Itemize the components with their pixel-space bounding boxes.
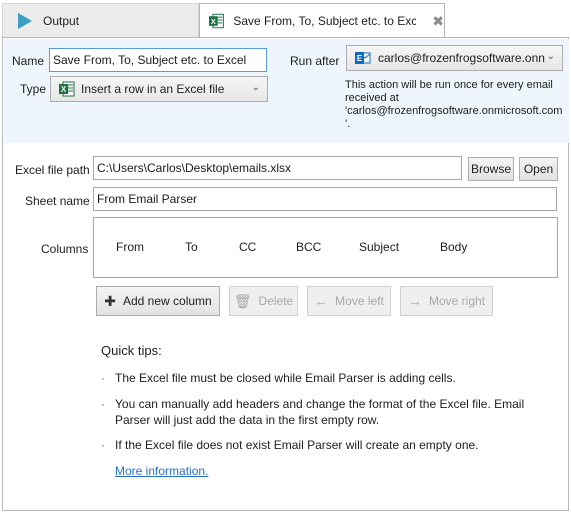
hint-line: 'carlos@frozenfrogsoftware.onmicrosoft.c… bbox=[345, 105, 563, 117]
tip-item: · If the Excel file does not exist Email… bbox=[101, 437, 535, 453]
arrow-right-icon: → bbox=[407, 293, 422, 309]
hint-line: received at bbox=[345, 92, 399, 104]
hint-line: This action will be run once for every e… bbox=[345, 79, 553, 91]
bullet: · bbox=[101, 371, 105, 385]
tab-output[interactable]: Output bbox=[2, 3, 199, 37]
column-item[interactable]: CC bbox=[239, 240, 256, 254]
tab-save-label: Save From, To, Subject etc. to Exce bbox=[233, 14, 417, 28]
play-icon bbox=[18, 12, 32, 29]
name-label: Name bbox=[12, 54, 45, 68]
column-item[interactable]: From bbox=[116, 240, 144, 254]
plus-icon: ✚ bbox=[104, 292, 116, 309]
move-left-button[interactable]: ← Move left bbox=[307, 286, 391, 316]
trash-icon: 🗑 bbox=[233, 292, 252, 309]
tip-item: · You can manually add headers and chang… bbox=[101, 396, 535, 428]
svg-text:X: X bbox=[211, 17, 217, 26]
move-right-button[interactable]: → Move right bbox=[400, 286, 493, 316]
header-panel: Name Save From, To, Subject etc. to Exce… bbox=[4, 39, 569, 143]
excel-icon: X bbox=[209, 13, 224, 29]
type-select[interactable]: X Insert a row in an Excel file ⌄ bbox=[50, 76, 268, 102]
bullet: · bbox=[101, 397, 105, 411]
svg-text:X: X bbox=[61, 85, 67, 94]
type-value: Insert a row in an Excel file bbox=[81, 82, 225, 96]
column-item[interactable]: Subject bbox=[359, 240, 399, 254]
column-item[interactable]: Body bbox=[440, 240, 467, 254]
columns-label: Columns bbox=[41, 242, 89, 256]
add-column-label: Add new column bbox=[123, 294, 212, 308]
tip-item: · The Excel file must be closed while Em… bbox=[101, 370, 535, 386]
delete-label: Delete bbox=[258, 294, 294, 308]
action-editor: Name Save From, To, Subject etc. to Exce… bbox=[2, 37, 569, 511]
delete-button[interactable]: 🗑 Delete bbox=[229, 286, 298, 316]
close-icon[interactable]: ✖ bbox=[432, 13, 444, 30]
file-path-input[interactable]: C:\Users\Carlos\Desktop\emails.xlsx bbox=[93, 156, 462, 180]
arrow-left-icon: ← bbox=[314, 293, 329, 309]
excel-icon: X bbox=[59, 81, 75, 97]
type-label: Type bbox=[20, 82, 47, 96]
open-button[interactable]: Open bbox=[519, 157, 558, 181]
outlook-icon: E bbox=[355, 52, 371, 64]
sheet-name-label: Sheet name bbox=[25, 194, 90, 208]
svg-text:E: E bbox=[357, 54, 363, 63]
more-information-link[interactable]: More information. bbox=[115, 464, 208, 478]
tips-title: Quick tips: bbox=[101, 343, 162, 358]
bullet: · bbox=[101, 438, 105, 452]
columns-list[interactable]: From To CC BCC Subject Body bbox=[93, 217, 558, 278]
file-path-label: Excel file path bbox=[15, 163, 90, 177]
add-column-button[interactable]: ✚ Add new column bbox=[96, 286, 220, 316]
run-after-hint: This action will be run once for every e… bbox=[345, 79, 569, 131]
tip-text: You can manually add headers and change … bbox=[115, 397, 525, 427]
move-left-label: Move left bbox=[335, 294, 384, 308]
name-input[interactable]: Save From, To, Subject etc. to Excel bbox=[49, 48, 267, 72]
move-right-label: Move right bbox=[428, 294, 486, 308]
tip-text: The Excel file must be closed while Emai… bbox=[115, 371, 456, 385]
column-item[interactable]: BCC bbox=[296, 240, 321, 254]
chevron-down-icon: ⌄ bbox=[546, 51, 555, 62]
column-item[interactable]: To bbox=[185, 240, 198, 254]
sheet-name-input[interactable]: From Email Parser bbox=[93, 187, 557, 211]
tab-save-to-excel[interactable]: X Save From, To, Subject etc. to Exce ✖ bbox=[199, 3, 445, 38]
run-after-select[interactable]: E carlos@frozenfrogsoftware.onn ⌄ bbox=[346, 45, 563, 71]
tip-text: If the Excel file does not exist Email P… bbox=[115, 438, 479, 452]
tab-output-label: Output bbox=[43, 13, 80, 28]
browse-button[interactable]: Browse bbox=[468, 157, 514, 181]
tab-strip: Output X Save From, To, Subject etc. to … bbox=[0, 0, 571, 38]
run-after-label: Run after bbox=[290, 54, 340, 68]
chevron-down-icon: ⌄ bbox=[251, 82, 260, 93]
hint-line: '. bbox=[345, 118, 351, 130]
run-after-value: carlos@frozenfrogsoftware.onn bbox=[378, 51, 545, 65]
